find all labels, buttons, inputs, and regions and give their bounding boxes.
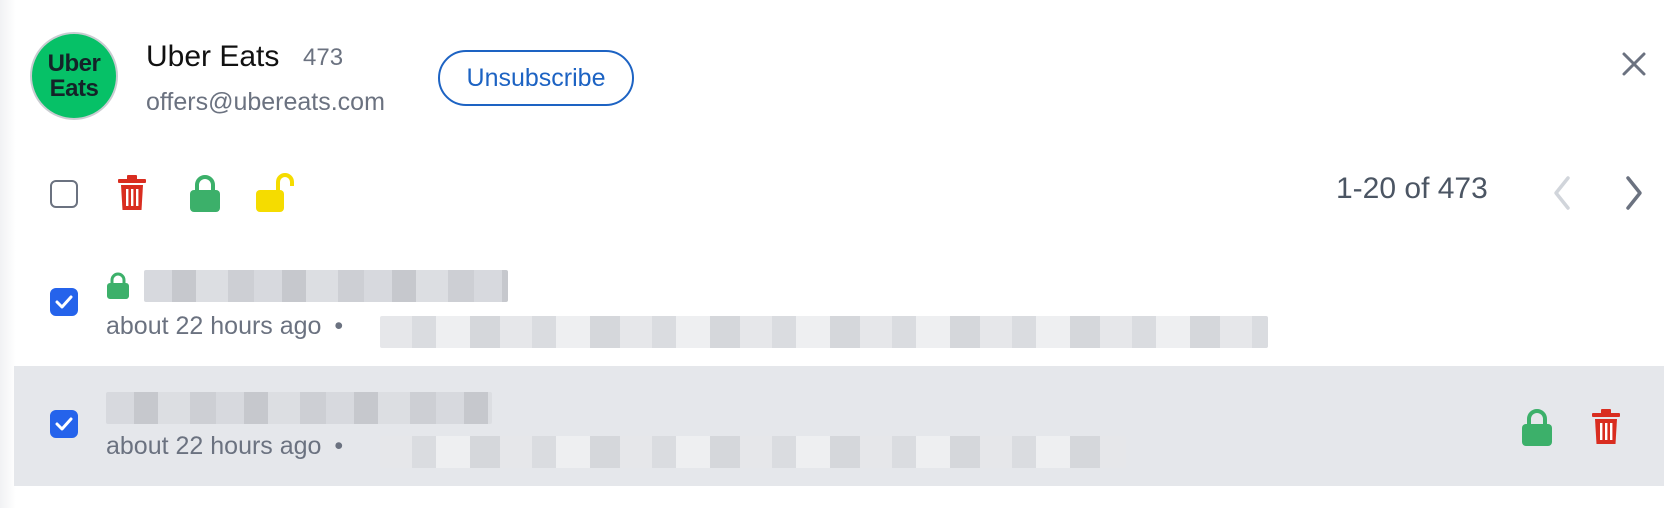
row-timestamp: about 22 hours ago • — [106, 312, 343, 341]
redacted-subject — [106, 392, 492, 424]
email-row-selected[interactable]: about 22 hours ago • — [14, 366, 1664, 486]
lock-icon[interactable] — [1520, 408, 1554, 448]
row-timestamp: about 22 hours ago • — [106, 432, 343, 461]
close-icon[interactable] — [1618, 48, 1650, 80]
avatar-text-line1: Uber — [47, 49, 101, 77]
separator-dot: • — [334, 312, 344, 340]
trash-icon[interactable] — [1590, 408, 1622, 446]
checkmark-icon — [55, 417, 73, 431]
email-count: 473 — [303, 44, 344, 71]
chevron-left-icon[interactable] — [1548, 174, 1576, 212]
row-checkbox[interactable] — [50, 410, 78, 438]
unsubscribe-button[interactable]: Unsubscribe — [438, 50, 634, 106]
separator-dot: • — [334, 432, 344, 460]
lock-icon[interactable] — [188, 174, 222, 214]
chevron-right-icon[interactable] — [1620, 174, 1648, 212]
checkmark-icon — [55, 295, 73, 309]
sender-name: Uber Eats — [146, 40, 280, 73]
row-checkbox[interactable] — [50, 288, 78, 316]
timestamp-text: about 22 hours ago — [106, 432, 322, 460]
timestamp-text: about 22 hours ago — [106, 312, 322, 340]
locked-status-icon — [107, 272, 129, 299]
redacted-preview — [380, 316, 1268, 348]
trash-icon[interactable] — [116, 174, 148, 212]
select-all-checkbox[interactable] — [50, 180, 78, 208]
redacted-preview — [380, 436, 1126, 468]
redacted-subject — [144, 270, 508, 302]
sender-email: offers@ubereats.com — [146, 88, 385, 116]
email-row[interactable]: about 22 hours ago • — [14, 246, 1664, 366]
pagination-status: 1-20 of 473 — [1336, 172, 1488, 205]
unlock-icon[interactable] — [254, 170, 298, 214]
avatar-text-line2: Eats — [49, 74, 99, 102]
sender-avatar: Uber Eats — [30, 32, 118, 120]
